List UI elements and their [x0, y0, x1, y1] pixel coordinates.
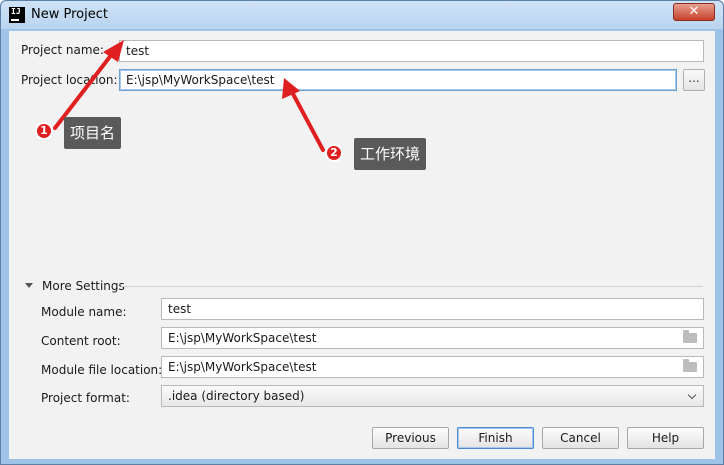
annotation-badge-2: 2: [325, 144, 343, 162]
arrow-2-head: [282, 78, 300, 99]
annotation-badge-1: 1: [35, 122, 53, 140]
annotation-tag-1: 项目名: [64, 117, 122, 149]
annotation-tag-2: 工作环境: [354, 138, 427, 170]
arrow-2-shaft: [290, 90, 325, 152]
annotation-arrows: [53, 40, 325, 152]
